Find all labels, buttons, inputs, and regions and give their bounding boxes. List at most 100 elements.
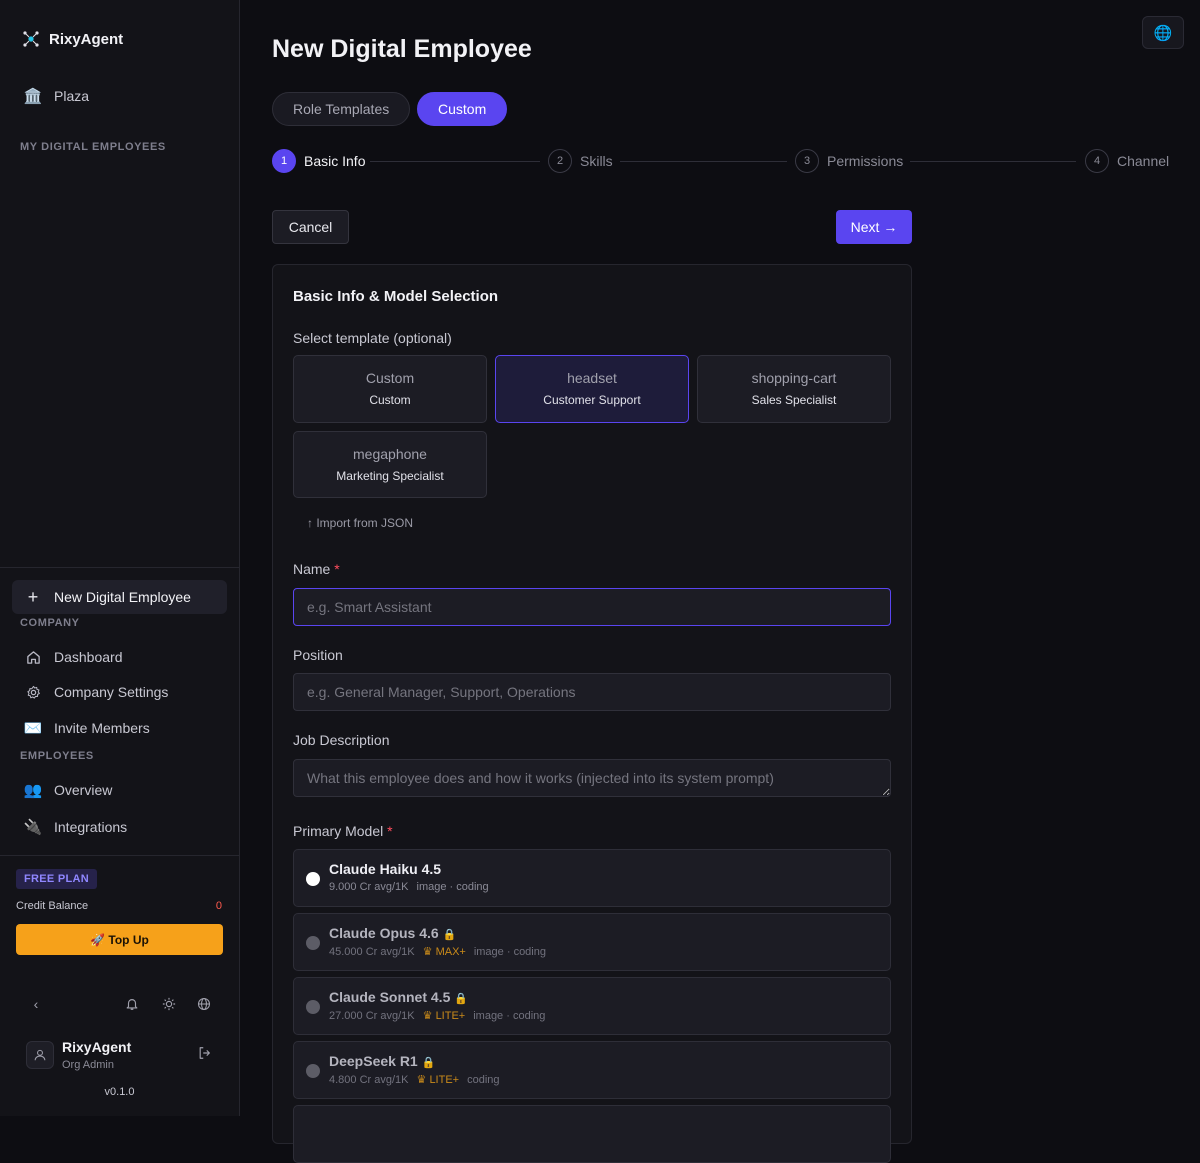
name-label: Name * bbox=[293, 561, 340, 577]
brand-logo[interactable]: RixyAgent bbox=[22, 30, 123, 48]
tier-badge: ♛ LITE+ bbox=[422, 1010, 466, 1022]
model-name: Claude Opus 4.6 🔒 bbox=[329, 925, 457, 941]
nav-invite-members-label: Invite Members bbox=[54, 720, 150, 736]
model-cost: 27.000 Cr avg/1K bbox=[329, 1009, 415, 1022]
sidebar: RixyAgent 🏛️ Plaza MY DIGITAL EMPLOYEES … bbox=[0, 0, 240, 1116]
model-name: DeepSeek R1 🔒 bbox=[329, 1053, 436, 1069]
credit-balance-value: 0 bbox=[215, 900, 222, 912]
template-option-custom[interactable]: Custom Custom bbox=[293, 355, 487, 423]
template-label: Select template (optional) bbox=[293, 330, 452, 346]
step-number: 2 bbox=[548, 149, 572, 173]
step-number: 4 bbox=[1085, 149, 1109, 173]
step-connector bbox=[910, 161, 1076, 162]
tier-badge: ♛ LITE+ bbox=[416, 1074, 460, 1086]
import-json-link[interactable]: ↑ Import from JSON bbox=[307, 516, 413, 530]
step-permissions[interactable]: 3 Permissions bbox=[795, 149, 903, 173]
template-option-customer-support[interactable]: headset Customer Support bbox=[495, 355, 689, 423]
plus-icon: + bbox=[27, 586, 39, 607]
model-option-claude-haiku[interactable]: Claude Haiku 4.5 9.000 Cr avg/1K image ·… bbox=[293, 849, 891, 907]
radio-button[interactable] bbox=[306, 936, 320, 950]
step-number: 3 bbox=[795, 149, 819, 173]
tier-icon: ♛ bbox=[422, 1010, 433, 1022]
model-meta: 27.000 Cr avg/1K ♛ LITE+ image · coding bbox=[329, 1009, 546, 1023]
model-capabilities: image · coding bbox=[473, 945, 546, 958]
user-avatar[interactable] bbox=[26, 1041, 54, 1069]
people-icon: 👥 bbox=[23, 782, 43, 799]
required-mark: * bbox=[387, 823, 393, 839]
next-button[interactable]: Next → bbox=[836, 210, 912, 244]
primary-model-label: Primary Model * bbox=[293, 823, 393, 839]
credit-balance-label: Credit Balance bbox=[16, 900, 89, 912]
name-label-text: Name bbox=[293, 561, 331, 577]
main-content: 🌐 New Digital Employee Role Templates Cu… bbox=[240, 0, 1200, 1163]
nav-dashboard-label: Dashboard bbox=[54, 649, 123, 665]
step-skills[interactable]: 2 Skills bbox=[548, 149, 613, 173]
model-cost: 9.000 Cr avg/1K bbox=[329, 881, 409, 893]
nav-integrations[interactable]: 🔌 Integrations bbox=[12, 810, 227, 844]
job-description-textarea[interactable] bbox=[293, 759, 891, 797]
template-option-marketing-specialist[interactable]: megaphone Marketing Specialist bbox=[293, 431, 487, 498]
model-capabilities: image · coding bbox=[473, 1009, 546, 1022]
step-number: 1 bbox=[272, 149, 296, 173]
nav-integrations-label: Integrations bbox=[54, 819, 128, 835]
step-label: Basic Info bbox=[304, 153, 366, 169]
cancel-button[interactable]: Cancel bbox=[272, 210, 349, 244]
tier-icon: ♛ bbox=[416, 1074, 427, 1086]
nav-invite-members[interactable]: ✉️ Invite Members bbox=[12, 711, 227, 745]
template-name: Custom bbox=[369, 393, 411, 407]
employees-section-label: EMPLOYEES bbox=[20, 750, 94, 762]
language-button[interactable]: 🌐 bbox=[1142, 16, 1184, 49]
nav-dashboard[interactable]: Dashboard bbox=[12, 640, 227, 674]
home-icon bbox=[24, 648, 42, 666]
bank-icon: 🏛️ bbox=[23, 88, 43, 105]
model-meta: 4.800 Cr avg/1K ♛ LITE+ coding bbox=[329, 1073, 500, 1087]
lock-icon: 🔒 bbox=[454, 993, 469, 1005]
step-connector bbox=[620, 161, 787, 162]
top-up-button[interactable]: 🚀 Top Up bbox=[16, 924, 223, 955]
nav-plaza[interactable]: 🏛️ Plaza bbox=[12, 79, 227, 113]
position-input[interactable] bbox=[293, 673, 891, 711]
radio-button[interactable] bbox=[306, 1064, 320, 1078]
collapse-sidebar-icon[interactable]: ‹ bbox=[27, 995, 45, 1013]
nav-company-settings[interactable]: Company Settings bbox=[12, 675, 227, 709]
template-icon: Custom bbox=[365, 370, 415, 386]
nav-new-employee[interactable]: + New Digital Employee bbox=[12, 580, 227, 614]
step-channel[interactable]: 4 Channel bbox=[1085, 149, 1169, 173]
primary-model-label-text: Primary Model bbox=[293, 823, 384, 839]
model-name: Claude Haiku 4.5 bbox=[329, 861, 442, 877]
nav-overview[interactable]: 👥 Overview bbox=[12, 773, 227, 807]
headset-icon: headset bbox=[567, 370, 617, 386]
template-option-sales-specialist[interactable]: shopping-cart Sales Specialist bbox=[697, 355, 891, 423]
radio-button[interactable] bbox=[306, 872, 320, 886]
tab-role-templates[interactable]: Role Templates bbox=[272, 92, 411, 126]
tier-icon: ♛ bbox=[422, 946, 433, 958]
model-option-claude-sonnet[interactable]: Claude Sonnet 4.5 🔒 27.000 Cr avg/1K ♛ LI… bbox=[293, 977, 891, 1035]
model-option-more[interactable] bbox=[293, 1105, 891, 1163]
lock-icon: 🔒 bbox=[421, 1057, 436, 1069]
bell-icon[interactable] bbox=[123, 995, 141, 1013]
model-option-claude-opus[interactable]: Claude Opus 4.6 🔒 45.000 Cr avg/1K ♛ MAX+… bbox=[293, 913, 891, 971]
sun-icon[interactable] bbox=[160, 995, 178, 1013]
basic-info-card: Basic Info & Model Selection Select temp… bbox=[272, 264, 912, 1163]
lock-icon: 🔒 bbox=[442, 929, 457, 941]
step-label: Permissions bbox=[827, 153, 904, 169]
envelope-icon: ✉️ bbox=[23, 720, 43, 737]
user-role: Org Admin bbox=[62, 1059, 114, 1071]
card-title: Basic Info & Model Selection bbox=[293, 288, 499, 305]
model-option-deepseek-r1[interactable]: DeepSeek R1 🔒 4.800 Cr avg/1K ♛ LITE+ cod… bbox=[293, 1041, 891, 1099]
step-basic-info[interactable]: 1 Basic Info bbox=[272, 149, 365, 173]
page-title: New Digital Employee bbox=[272, 35, 532, 63]
model-meta: 9.000 Cr avg/1K image · coding bbox=[329, 881, 489, 893]
my-employees-section-label: MY DIGITAL EMPLOYEES bbox=[20, 141, 166, 153]
name-input[interactable] bbox=[293, 588, 891, 626]
user-icon bbox=[34, 1049, 46, 1061]
tab-custom[interactable]: Custom bbox=[417, 92, 508, 126]
radio-button[interactable] bbox=[306, 1000, 320, 1014]
globe-icon[interactable] bbox=[195, 995, 213, 1013]
gear-icon bbox=[24, 683, 42, 701]
logout-icon[interactable] bbox=[198, 1046, 212, 1063]
plug-icon: 🔌 bbox=[23, 819, 43, 836]
required-mark: * bbox=[334, 561, 340, 577]
tier-badge: ♛ MAX+ bbox=[422, 946, 466, 958]
nav-company-settings-label: Company Settings bbox=[54, 684, 169, 700]
